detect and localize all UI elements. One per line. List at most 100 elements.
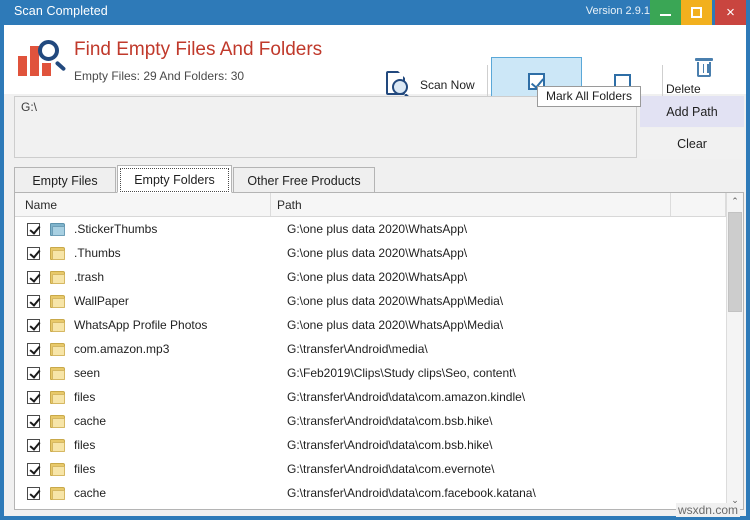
folder-icon bbox=[50, 366, 65, 380]
row-name: com.amazon.mp3 bbox=[74, 342, 170, 356]
scan-summary-text: Empty Files: 29 And Folders: 30 bbox=[74, 69, 245, 83]
table-row[interactable]: cache G:\transfer\Android\data\com.facebo… bbox=[15, 481, 726, 505]
scrollbar-thumb[interactable] bbox=[728, 212, 742, 312]
folder-icon bbox=[50, 294, 65, 308]
logo-bar-3 bbox=[42, 63, 51, 76]
row-checkbox[interactable] bbox=[27, 222, 40, 236]
folder-icon bbox=[50, 486, 65, 500]
window-title: Scan Completed bbox=[14, 4, 108, 18]
trash-icon bbox=[695, 58, 713, 78]
row-path: G:\transfer\Android\data\com.bsb.hike\ bbox=[287, 414, 493, 428]
tab-empty-folders-focus: Empty Folders bbox=[120, 168, 229, 192]
scan-now-label: Scan Now bbox=[420, 78, 475, 92]
row-checkbox[interactable] bbox=[27, 390, 40, 404]
folder-icon bbox=[50, 414, 65, 428]
version-label: Version 2.9.1 bbox=[585, 5, 650, 17]
row-name: .StickerThumbs bbox=[74, 222, 158, 236]
row-checkbox[interactable] bbox=[27, 294, 40, 308]
folder-icon bbox=[50, 318, 65, 332]
row-path: G:\transfer\Android\data\com.evernote\ bbox=[287, 462, 495, 476]
list-rows: .StickerThumbs G:\one plus data 2020\What… bbox=[15, 217, 726, 509]
minimize-icon bbox=[660, 14, 671, 16]
minimize-button[interactable] bbox=[650, 0, 681, 25]
row-path: G:\one plus data 2020\WhatsApp\ bbox=[287, 222, 468, 236]
row-checkbox[interactable] bbox=[27, 414, 40, 428]
tab-strip: Empty Files Empty Folders Other Free Pro… bbox=[14, 165, 744, 193]
watermark: wsxdn.com bbox=[675, 503, 740, 517]
folder-icon bbox=[50, 270, 65, 284]
tab-empty-folders-label: Empty Folders bbox=[134, 173, 215, 187]
results-list: Name Path .StickerThumbs G:\one plus data… bbox=[14, 192, 744, 510]
table-row[interactable]: WhatsApp Profile Photos G:\one plus data … bbox=[15, 313, 726, 337]
row-name: .Thumbs bbox=[74, 246, 121, 260]
row-path: G:\one plus data 2020\WhatsApp\ bbox=[287, 270, 468, 284]
row-checkbox[interactable] bbox=[27, 270, 40, 284]
path-value: G:\ bbox=[21, 100, 38, 114]
row-path: G:\transfer\Android\data\com.facebook.ka… bbox=[287, 486, 536, 500]
tab-empty-files-label: Empty Files bbox=[32, 173, 98, 188]
vertical-scrollbar[interactable]: ⌃ ⌄ bbox=[726, 193, 743, 509]
table-row[interactable]: files G:\transfer\Android\data\com.bsb.hi… bbox=[15, 433, 726, 457]
tab-other-free-products-label: Other Free Products bbox=[247, 173, 361, 188]
row-path: G:\Feb2019\Clips\Study clips\Seo, conten… bbox=[287, 366, 516, 380]
table-row[interactable]: .StickerThumbs G:\one plus data 2020\What… bbox=[15, 217, 726, 241]
row-path: G:\transfer\Android\data\com.bsb.hike\ bbox=[287, 438, 493, 452]
table-row[interactable]: files G:\transfer\Android\data\com.everno… bbox=[15, 457, 726, 481]
tab-empty-folders[interactable]: Empty Folders bbox=[117, 165, 232, 193]
tab-other-free-products[interactable]: Other Free Products bbox=[233, 167, 375, 193]
clear-button[interactable]: Clear bbox=[640, 128, 744, 159]
table-row[interactable]: .Thumbs G:\one plus data 2020\WhatsApp\ bbox=[15, 241, 726, 265]
row-checkbox[interactable] bbox=[27, 462, 40, 476]
header-band: Find Empty Files And Folders Empty Files… bbox=[4, 25, 746, 112]
tooltip: Mark All Folders bbox=[537, 86, 642, 107]
list-header: Name Path bbox=[15, 193, 743, 217]
folder-icon bbox=[50, 342, 65, 356]
add-path-button[interactable]: Add Path bbox=[640, 96, 744, 127]
folder-icon bbox=[50, 438, 65, 452]
table-row[interactable]: seen G:\Feb2019\Clips\Study clips\Seo, co… bbox=[15, 361, 726, 385]
tab-empty-files[interactable]: Empty Files bbox=[14, 167, 116, 193]
row-checkbox[interactable] bbox=[27, 438, 40, 452]
table-row[interactable]: com.amazon.mp3 G:\transfer\Android\media\ bbox=[15, 337, 726, 361]
maximize-icon bbox=[691, 7, 702, 18]
row-checkbox[interactable] bbox=[27, 366, 40, 380]
folder-icon bbox=[50, 462, 65, 476]
trash-lid-icon bbox=[695, 58, 713, 61]
folder-icon bbox=[50, 390, 65, 404]
row-path: G:\one plus data 2020\WhatsApp\Media\ bbox=[287, 294, 504, 308]
scroll-up-arrow-icon[interactable]: ⌃ bbox=[727, 193, 743, 210]
logo-magnifier-handle bbox=[54, 60, 67, 72]
row-checkbox[interactable] bbox=[27, 486, 40, 500]
table-row[interactable]: WallPaper G:\one plus data 2020\WhatsApp\… bbox=[15, 289, 726, 313]
trash-body-icon bbox=[697, 62, 711, 77]
table-row[interactable]: .trash G:\one plus data 2020\WhatsApp\ bbox=[15, 265, 726, 289]
column-header-name[interactable]: Name bbox=[25, 198, 57, 212]
column-divider-1[interactable] bbox=[270, 193, 271, 216]
close-icon: × bbox=[726, 4, 735, 21]
row-name: WallPaper bbox=[74, 294, 129, 308]
row-name: files bbox=[74, 462, 96, 476]
row-checkbox[interactable] bbox=[27, 318, 40, 332]
column-header-path[interactable]: Path bbox=[277, 198, 302, 212]
row-checkbox[interactable] bbox=[27, 246, 40, 260]
row-name: WhatsApp Profile Photos bbox=[74, 318, 208, 332]
row-name: files bbox=[74, 390, 96, 404]
row-name: seen bbox=[74, 366, 101, 380]
application-window: Scan Completed Version 2.9.1 × Find Empt… bbox=[0, 0, 750, 520]
app-logo-icon bbox=[18, 38, 70, 82]
maximize-button[interactable] bbox=[681, 0, 712, 25]
row-path: G:\transfer\Android\data\com.amazon.kind… bbox=[287, 390, 526, 404]
table-row[interactable]: files G:\transfer\Android\data\com.amazon… bbox=[15, 385, 726, 409]
page-title: Find Empty Files And Folders bbox=[74, 39, 323, 60]
close-button[interactable]: × bbox=[715, 0, 746, 25]
folder-icon-blue bbox=[50, 222, 65, 236]
row-name: cache bbox=[74, 486, 107, 500]
logo-bar-1 bbox=[18, 56, 27, 76]
row-name: files bbox=[74, 438, 96, 452]
folder-icon bbox=[50, 246, 65, 260]
table-row[interactable]: cache G:\transfer\Android\data\com.bsb.hi… bbox=[15, 409, 726, 433]
row-path: G:\transfer\Android\media\ bbox=[287, 342, 428, 356]
row-name: .trash bbox=[74, 270, 105, 284]
row-checkbox[interactable] bbox=[27, 342, 40, 356]
column-divider-2[interactable] bbox=[670, 193, 671, 216]
